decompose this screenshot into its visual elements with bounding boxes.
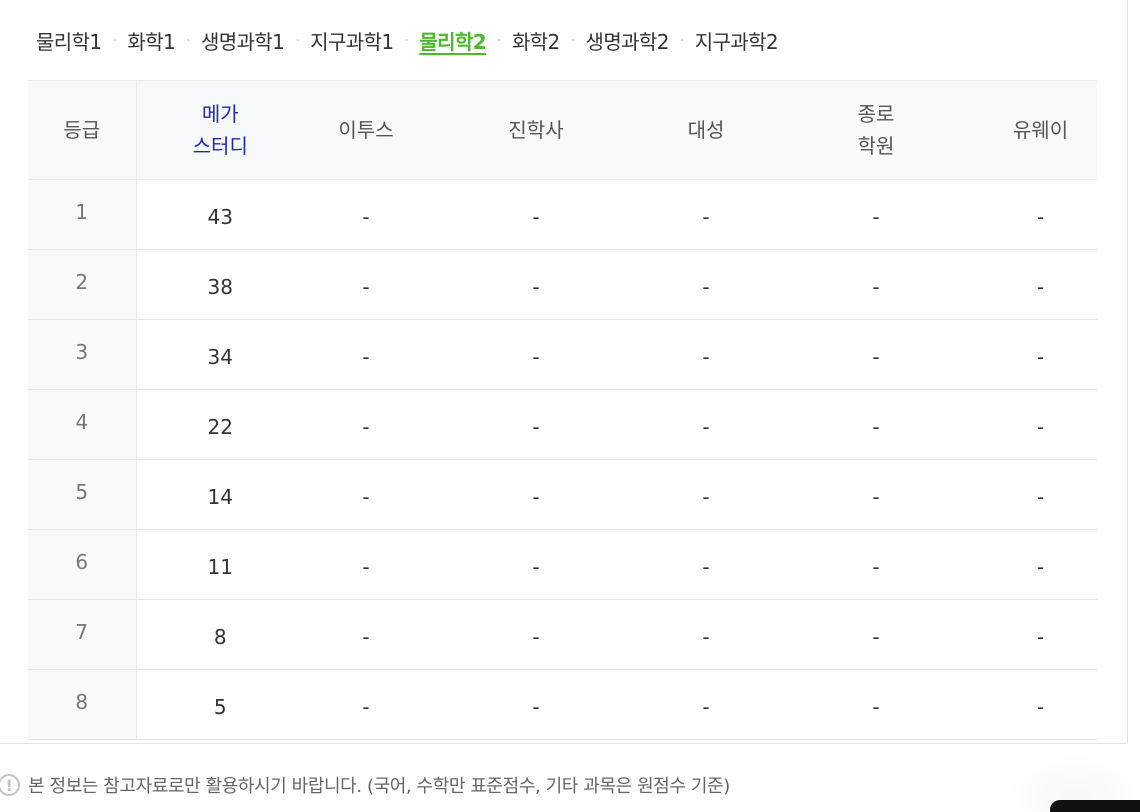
header-grade: 등급	[28, 80, 137, 180]
jongro-cell: -	[768, 529, 984, 600]
jinhaksa-cell: -	[428, 179, 644, 250]
grade-cell: 3	[28, 319, 137, 390]
grade-cut-table: 등급 메가 스터디 이투스 진학사 대성 종로 학원 유웨이 1 43 - - …	[28, 80, 1097, 740]
grade-cut-panel: 물리학1 · 화학1 · 생명과학1 · 지구과학1 · 물리학2 · 화학2 …	[0, 0, 1128, 744]
jongro-cell: -	[768, 459, 984, 530]
tab-earth-science2[interactable]: 지구과학2	[695, 26, 779, 55]
table-row: 1 43 - - - - -	[28, 179, 1097, 250]
tab-chemistry1[interactable]: 화학1	[127, 26, 175, 55]
daesung-cell: -	[644, 459, 768, 530]
jinhaksa-cell: -	[428, 389, 644, 460]
etoos-cell: -	[304, 319, 428, 390]
etoos-cell: -	[304, 459, 428, 530]
megastudy-cell: 34	[136, 319, 304, 390]
header-jinhaksa: 진학사	[428, 80, 644, 180]
jinhaksa-cell: -	[428, 599, 644, 670]
jongro-cell: -	[768, 249, 984, 320]
table-row: 3 34 - - - - -	[28, 319, 1097, 390]
exclamation-circle-icon: !	[0, 774, 20, 796]
header-etoos: 이투스	[304, 80, 428, 180]
tab-physics2[interactable]: 물리학2	[419, 26, 486, 55]
tab-life-science2[interactable]: 생명과학2	[586, 26, 670, 55]
floating-widget-edge	[1050, 800, 1140, 812]
jinhaksa-cell: -	[428, 319, 644, 390]
grade-cell: 2	[28, 249, 137, 320]
megastudy-cell: 43	[136, 179, 304, 250]
tab-separator: ·	[570, 32, 575, 49]
grade-cell: 8	[28, 669, 137, 740]
reference-notice: ! 본 정보는 참고자료로만 활용하시기 바랍니다. (국어, 수학만 표준점수…	[0, 772, 730, 798]
header-uway: 유웨이	[984, 80, 1097, 180]
tab-physics1[interactable]: 물리학1	[36, 26, 102, 55]
table-header-row: 등급 메가 스터디 이투스 진학사 대성 종로 학원 유웨이	[28, 80, 1097, 180]
tab-separator: ·	[186, 32, 190, 49]
megastudy-cell: 14	[136, 459, 304, 530]
etoos-cell: -	[304, 249, 428, 320]
tab-separator: ·	[497, 32, 501, 49]
table-row: 2 38 - - - - -	[28, 249, 1097, 320]
grade-cell: 6	[28, 529, 137, 600]
daesung-cell: -	[644, 389, 768, 460]
grade-cell: 7	[28, 599, 137, 670]
table-body: 1 43 - - - - - 2 38 - - - - - 3 34 - - -…	[28, 179, 1097, 740]
tab-earth-science1[interactable]: 지구과학1	[310, 26, 394, 55]
daesung-cell: -	[644, 599, 768, 670]
daesung-cell: -	[644, 179, 768, 250]
header-jongro: 종로 학원	[768, 80, 984, 180]
uway-cell: -	[984, 599, 1097, 670]
daesung-cell: -	[644, 669, 768, 740]
etoos-cell: -	[304, 599, 428, 670]
jinhaksa-cell: -	[428, 529, 644, 600]
jongro-cell: -	[768, 179, 984, 250]
uway-cell: -	[984, 389, 1097, 460]
header-jongro-line1: 종로	[857, 102, 895, 126]
grade-cell: 1	[28, 179, 137, 250]
tab-chemistry2[interactable]: 화학2	[512, 26, 560, 55]
notice-text: 본 정보는 참고자료로만 활용하시기 바랍니다. (국어, 수학만 표준점수, …	[28, 776, 730, 797]
jongro-cell: -	[768, 669, 984, 740]
jinhaksa-cell: -	[428, 669, 644, 740]
table-row: 7 8 - - - - -	[28, 599, 1097, 670]
uway-cell: -	[984, 179, 1097, 250]
megastudy-cell: 11	[136, 529, 304, 600]
jinhaksa-cell: -	[428, 459, 644, 530]
tab-separator: ·	[112, 32, 117, 49]
table-row: 5 14 - - - - -	[28, 459, 1097, 530]
uway-cell: -	[984, 249, 1097, 320]
jinhaksa-cell: -	[428, 249, 644, 320]
grade-cell: 5	[28, 459, 137, 530]
tab-life-science1[interactable]: 생명과학1	[201, 26, 285, 55]
etoos-cell: -	[304, 529, 428, 600]
uway-cell: -	[984, 459, 1097, 530]
uway-cell: -	[984, 669, 1097, 740]
header-megastudy-line2: 스터디	[192, 134, 248, 158]
header-megastudy: 메가 스터디	[136, 80, 304, 180]
megastudy-cell: 38	[136, 249, 304, 320]
megastudy-cell: 22	[136, 389, 304, 460]
etoos-cell: -	[304, 669, 428, 740]
table-row: 4 22 - - - - -	[28, 389, 1097, 460]
header-daesung: 대성	[644, 80, 768, 180]
grade-cell: 4	[28, 389, 137, 460]
header-jongro-line2: 학원	[857, 134, 895, 158]
tab-separator: ·	[404, 32, 409, 49]
uway-cell: -	[984, 529, 1097, 600]
tab-separator: ·	[295, 32, 300, 49]
megastudy-cell: 8	[136, 599, 304, 670]
etoos-cell: -	[304, 389, 428, 460]
etoos-cell: -	[304, 179, 428, 250]
table-row: 8 5 - - - - -	[28, 669, 1097, 740]
daesung-cell: -	[644, 249, 768, 320]
jongro-cell: -	[768, 319, 984, 390]
tab-separator: ·	[679, 32, 684, 49]
subject-tabs: 물리학1 · 화학1 · 생명과학1 · 지구과학1 · 물리학2 · 화학2 …	[36, 26, 779, 55]
header-megastudy-line1: 메가	[201, 102, 239, 126]
jongro-cell: -	[768, 389, 984, 460]
uway-cell: -	[984, 319, 1097, 390]
table-row: 6 11 - - - - -	[28, 529, 1097, 600]
jongro-cell: -	[768, 599, 984, 670]
daesung-cell: -	[644, 319, 768, 390]
megastudy-cell: 5	[136, 669, 304, 740]
daesung-cell: -	[644, 529, 768, 600]
